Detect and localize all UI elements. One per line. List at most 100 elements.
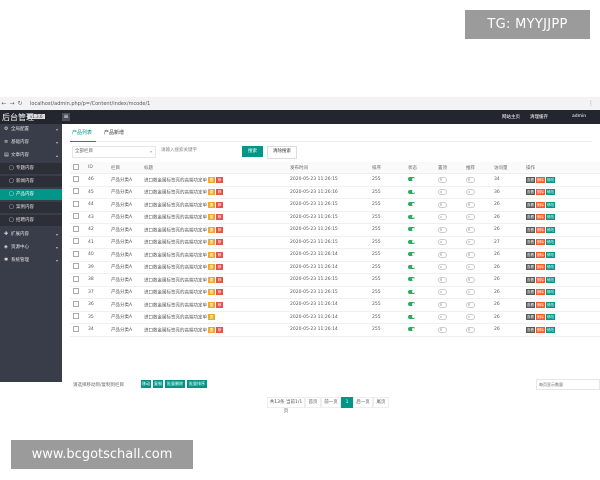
sidebar-item-basic[interactable]: ≡ 基础内容 ▾	[0, 137, 62, 148]
status-toggle[interactable]	[408, 239, 415, 244]
edit-button[interactable]: 修改	[546, 326, 555, 333]
row-checkbox[interactable]	[73, 225, 79, 232]
row-checkbox[interactable]	[73, 175, 79, 182]
edit-button[interactable]: 修改	[546, 301, 555, 308]
edit-button[interactable]: 修改	[546, 176, 555, 183]
delete-button[interactable]: 删除	[536, 176, 545, 183]
view-button[interactable]: 查看	[526, 176, 535, 183]
sidebar-item-topics[interactable]: ▢ 专题内容	[0, 163, 62, 174]
top-toggle[interactable]	[438, 226, 447, 233]
edit-button[interactable]: 修改	[546, 226, 555, 233]
sidebar-item-products[interactable]: ▢ 产品内容	[0, 189, 62, 200]
top-toggle[interactable]	[438, 214, 447, 220]
edit-button[interactable]: 修改	[546, 201, 555, 208]
batch-delete-button[interactable]: 批量删除	[165, 380, 185, 388]
title-text[interactable]: 进口数金属标签亮的高端功定单	[144, 316, 207, 321]
recommend-toggle[interactable]	[466, 326, 475, 333]
url-field[interactable]: localhost/admin.php/p=/Content/index/mco…	[30, 101, 588, 107]
search-button[interactable]: 搜索	[242, 146, 263, 157]
status-toggle[interactable]	[408, 327, 415, 331]
recommend-toggle[interactable]	[466, 201, 475, 208]
status-toggle[interactable]	[408, 289, 415, 294]
clear-search-button[interactable]: 清除搜索	[267, 146, 297, 159]
row-checkbox[interactable]	[73, 238, 79, 245]
title-text[interactable]: 进口数金属标签亮的高端功定单	[144, 328, 207, 333]
forward-icon[interactable]: →	[8, 100, 16, 107]
top-toggle[interactable]	[438, 239, 447, 245]
sidebar-item-cases[interactable]: ▢ 案例内容	[0, 202, 62, 213]
row-checkbox[interactable]	[73, 325, 79, 332]
status-toggle[interactable]	[408, 277, 415, 281]
title-text[interactable]: 进口数金属标签亮的高端功定单	[144, 216, 207, 221]
category-select[interactable]: 全部栏目 ▾	[72, 146, 156, 158]
delete-button[interactable]: 删除	[536, 251, 545, 258]
edit-button[interactable]: 修改	[546, 289, 555, 296]
view-button[interactable]: 查看	[526, 214, 535, 221]
delete-button[interactable]: 删除	[536, 301, 545, 308]
delete-button[interactable]: 删除	[536, 239, 545, 246]
edit-button[interactable]: 修改	[546, 314, 555, 321]
view-button[interactable]: 查看	[526, 289, 535, 296]
top-toggle[interactable]	[438, 301, 447, 308]
row-checkbox[interactable]	[73, 250, 79, 257]
edit-button[interactable]: 修改	[546, 214, 555, 221]
row-checkbox[interactable]	[73, 313, 79, 320]
title-text[interactable]: 进口数金属标签亮的高端功定单	[144, 228, 207, 233]
move-button[interactable]: 移动	[141, 380, 151, 388]
delete-button[interactable]: 删除	[536, 201, 545, 208]
delete-button[interactable]: 删除	[536, 276, 545, 283]
row-checkbox[interactable]	[73, 213, 79, 220]
recommend-toggle[interactable]	[466, 314, 475, 320]
tab-product-add[interactable]: 产品新增	[104, 129, 124, 136]
top-toggle[interactable]	[438, 289, 447, 295]
sidebar-item-jobs[interactable]: ▢ 招聘内容	[0, 215, 62, 226]
top-toggle[interactable]	[438, 276, 447, 283]
view-button[interactable]: 查看	[526, 201, 535, 208]
recommend-toggle[interactable]	[466, 301, 475, 308]
page-size-select[interactable]: 每页显示数量	[536, 379, 600, 390]
title-text[interactable]: 进口数金属标签亮的高端功定单	[144, 253, 207, 258]
view-button[interactable]: 查看	[526, 301, 535, 308]
select-all-checkbox[interactable]	[73, 163, 79, 170]
tab-product-list[interactable]: 产品列表	[72, 129, 92, 136]
row-checkbox[interactable]	[73, 275, 79, 282]
sidebar-item-system[interactable]: ✱ 系统管理 ▾	[0, 255, 62, 266]
sidebar-item-extensions[interactable]: ✚ 扩展内容 ▾	[0, 229, 62, 240]
delete-button[interactable]: 删除	[536, 264, 545, 271]
title-text[interactable]: 进口数金属标签亮的高端功定单	[144, 241, 207, 246]
delete-button[interactable]: 删除	[536, 289, 545, 296]
row-checkbox[interactable]	[73, 263, 79, 270]
title-text[interactable]: 进口数金属标签亮的高端功定单	[144, 291, 207, 296]
top-toggle[interactable]	[438, 176, 447, 183]
edit-button[interactable]: 修改	[546, 264, 555, 271]
status-toggle[interactable]	[408, 302, 415, 306]
home-link[interactable]: 网站主页	[502, 114, 520, 120]
recommend-toggle[interactable]	[466, 176, 475, 183]
row-checkbox[interactable]	[73, 288, 79, 295]
view-button[interactable]: 查看	[526, 314, 535, 321]
top-toggle[interactable]	[438, 264, 447, 270]
clear-cache-link[interactable]: 清理缓存	[530, 114, 548, 120]
prev-page-button[interactable]: 前一页	[321, 397, 341, 408]
row-checkbox[interactable]	[73, 200, 79, 207]
top-toggle[interactable]	[438, 201, 447, 208]
sidebar-item-news[interactable]: ▢ 新闻内容	[0, 176, 62, 187]
row-checkbox[interactable]	[73, 300, 79, 307]
browser-menu-icon[interactable]: ⋮	[588, 100, 594, 107]
title-text[interactable]: 进口数金属标签亮的高端功定单	[144, 303, 207, 308]
edit-button[interactable]: 修改	[546, 276, 555, 283]
top-toggle[interactable]	[438, 251, 447, 258]
sidebar-item-articles[interactable]: ▤ 文章内容 ▴	[0, 150, 62, 161]
status-toggle[interactable]	[408, 189, 415, 194]
status-toggle[interactable]	[408, 177, 415, 181]
copy-button[interactable]: 复制	[153, 380, 163, 388]
title-text[interactable]: 进口数金属标签亮的高端功定单	[144, 191, 207, 196]
status-toggle[interactable]	[408, 227, 415, 231]
page-1-button[interactable]: 1	[341, 397, 353, 408]
recommend-toggle[interactable]	[466, 189, 475, 195]
view-button[interactable]: 查看	[526, 326, 535, 333]
view-button[interactable]: 查看	[526, 189, 535, 196]
recommend-toggle[interactable]	[466, 289, 475, 295]
edit-button[interactable]: 修改	[546, 189, 555, 196]
view-button[interactable]: 查看	[526, 276, 535, 283]
